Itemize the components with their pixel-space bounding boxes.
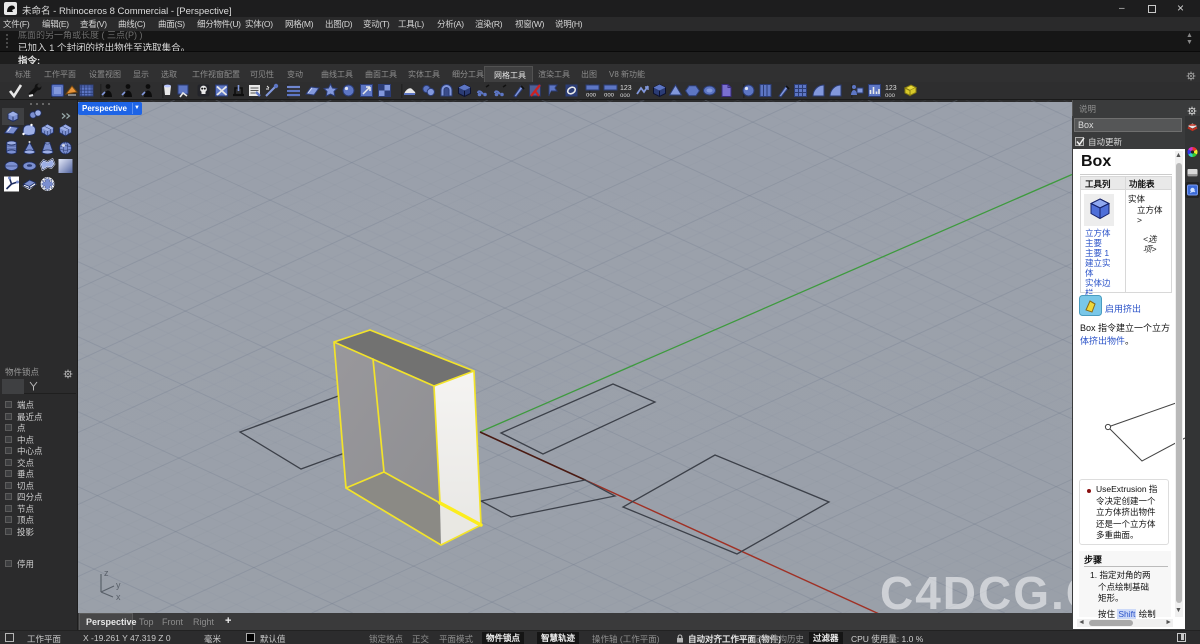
svg-text:C4DCG.C: C4DCG.C	[880, 567, 1072, 613]
svg-text:ooo: ooo	[604, 93, 615, 99]
svg-text:y: y	[116, 580, 121, 590]
svg-text:123: 123	[885, 85, 897, 92]
svg-text:ooo: ooo	[586, 93, 597, 99]
svg-text:x: x	[116, 592, 121, 602]
svg-text:ooo: ooo	[885, 93, 896, 99]
svg-text:ooo: ooo	[620, 93, 631, 99]
svg-text:123: 123	[620, 85, 632, 92]
svg-text:z: z	[104, 568, 109, 578]
